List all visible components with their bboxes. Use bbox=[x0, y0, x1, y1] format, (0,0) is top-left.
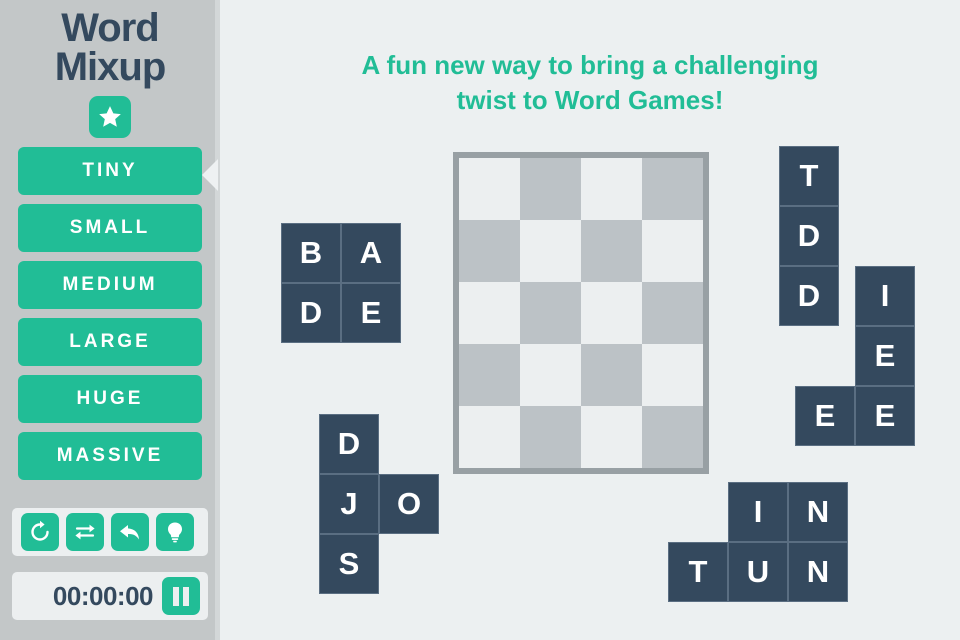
sidebar-item-small[interactable]: SMALL bbox=[18, 204, 202, 253]
board-cell[interactable] bbox=[642, 406, 703, 468]
letter-tile[interactable]: S bbox=[319, 534, 379, 594]
letter-tile[interactable]: D bbox=[281, 283, 341, 343]
letter-tile[interactable]: T bbox=[668, 542, 728, 602]
letter-tile[interactable]: N bbox=[788, 542, 848, 602]
tool-panel bbox=[12, 508, 208, 556]
letter-tile[interactable]: I bbox=[728, 482, 788, 542]
pause-icon-bar-left bbox=[173, 586, 179, 606]
board-cell[interactable] bbox=[642, 282, 703, 344]
tagline-line1: A fun new way to bring a challenging bbox=[361, 50, 819, 80]
letter-tile[interactable]: O bbox=[379, 474, 439, 534]
sidebar-item-huge[interactable]: HUGE bbox=[18, 375, 202, 424]
letter-tile[interactable]: B bbox=[281, 223, 341, 283]
pause-icon-bar-right bbox=[183, 586, 189, 606]
board-cell[interactable] bbox=[520, 220, 581, 282]
board-cell[interactable] bbox=[459, 406, 520, 468]
letter-tile[interactable]: A bbox=[341, 223, 401, 283]
size-label: LARGE bbox=[69, 331, 151, 353]
sidebar-item-medium[interactable]: MEDIUM bbox=[18, 261, 202, 310]
letter-tile[interactable]: U bbox=[728, 542, 788, 602]
letter-tile[interactable]: N bbox=[788, 482, 848, 542]
size-label: TINY bbox=[82, 160, 138, 182]
letter-tile[interactable]: D bbox=[779, 206, 839, 266]
letter-tile[interactable]: T bbox=[779, 146, 839, 206]
restart-icon bbox=[28, 520, 52, 544]
board-cell[interactable] bbox=[642, 344, 703, 406]
star-icon bbox=[97, 104, 123, 130]
board-cell[interactable] bbox=[642, 220, 703, 282]
board-cell[interactable] bbox=[459, 158, 520, 220]
board-cell[interactable] bbox=[520, 158, 581, 220]
pause-button[interactable] bbox=[162, 577, 200, 615]
board-cell[interactable] bbox=[581, 220, 642, 282]
letter-tile[interactable]: E bbox=[855, 386, 915, 446]
sidebar-item-large[interactable]: LARGE bbox=[18, 318, 202, 367]
hint-icon bbox=[163, 520, 187, 544]
undo-icon bbox=[118, 520, 142, 544]
star-badge[interactable] bbox=[89, 96, 131, 139]
board-cell[interactable] bbox=[642, 158, 703, 220]
letter-tile[interactable]: E bbox=[341, 283, 401, 343]
board-cell[interactable] bbox=[459, 282, 520, 344]
letter-tile[interactable]: I bbox=[855, 266, 915, 326]
undo-button[interactable] bbox=[111, 513, 149, 551]
app-logo: Word Mixup bbox=[0, 0, 220, 87]
size-label: MEDIUM bbox=[62, 274, 158, 296]
letter-tile[interactable]: J bbox=[319, 474, 379, 534]
size-selector-list: TINY SMALL MEDIUM LARGE HUGE MASSIVE bbox=[0, 147, 220, 481]
size-label: HUGE bbox=[76, 388, 144, 410]
board-cell[interactable] bbox=[459, 344, 520, 406]
restart-button[interactable] bbox=[21, 513, 59, 551]
shuffle-button[interactable] bbox=[66, 513, 104, 551]
board-cell[interactable] bbox=[581, 344, 642, 406]
game-board[interactable] bbox=[453, 152, 709, 474]
timer-panel: 00:00:00 bbox=[12, 572, 208, 620]
selected-size-pointer bbox=[202, 159, 218, 191]
board-cell[interactable] bbox=[581, 282, 642, 344]
letter-tile[interactable]: D bbox=[319, 414, 379, 474]
tagline: A fun new way to bring a challenging twi… bbox=[240, 48, 940, 118]
app-title-line2: Mixup bbox=[54, 45, 167, 90]
board-cell[interactable] bbox=[581, 158, 642, 220]
shuffle-icon bbox=[73, 520, 97, 544]
sidebar-item-massive[interactable]: MASSIVE bbox=[18, 432, 202, 481]
sidebar: Word Mixup TINY SMALL MEDIUM LARGE HUGE … bbox=[0, 0, 220, 640]
board-cell[interactable] bbox=[459, 220, 520, 282]
hint-button[interactable] bbox=[156, 513, 194, 551]
letter-tile[interactable]: E bbox=[855, 326, 915, 386]
timer-value: 00:00:00 bbox=[52, 580, 154, 611]
size-label: MASSIVE bbox=[56, 445, 164, 467]
sidebar-item-tiny[interactable]: TINY bbox=[18, 147, 202, 196]
letter-tile[interactable]: D bbox=[779, 266, 839, 326]
size-label: SMALL bbox=[69, 217, 151, 239]
letter-tile[interactable]: E bbox=[795, 386, 855, 446]
board-cell[interactable] bbox=[581, 406, 642, 468]
board-cell[interactable] bbox=[520, 406, 581, 468]
board-cell[interactable] bbox=[520, 344, 581, 406]
sidebar-edge bbox=[215, 0, 220, 640]
board-cell[interactable] bbox=[520, 282, 581, 344]
app-title-line1: Word bbox=[61, 6, 159, 50]
tagline-line2: twist to Word Games! bbox=[456, 85, 724, 116]
